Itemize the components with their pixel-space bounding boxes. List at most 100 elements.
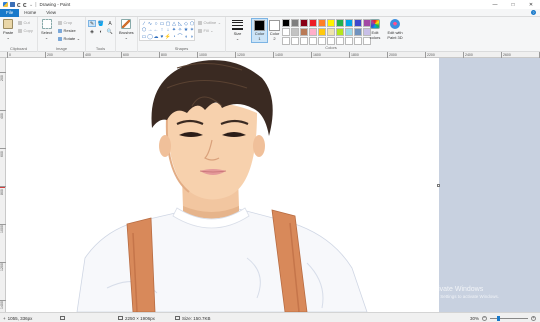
size-button[interactable]: Size ⌄	[232, 19, 243, 41]
ribbon: Paste ⌄ Cut Copy Clipboard Select ⌄ Crop…	[0, 17, 540, 52]
pencil-icon[interactable]: ✎	[88, 20, 96, 27]
outline-dropdown-icon: ⌄	[217, 20, 222, 25]
paste-button[interactable]: Paste ⌄	[3, 19, 13, 40]
zoom-in-button[interactable]: +	[531, 315, 536, 321]
ruler-tick-text: 200	[0, 75, 4, 81]
shapes-gallery: ∕ ∿ ○ ▭ ▢ △ ◺ ◇ ⬠ ⬡ → ← ↑ ↓ ✦ ✧ ★ ✶ ▭ ◯ …	[139, 19, 195, 41]
image-group-label: Image	[55, 46, 68, 51]
help-icon[interactable]: ?	[531, 10, 536, 15]
resize-button[interactable]: Resize	[58, 28, 76, 33]
palette-swatch[interactable]	[291, 28, 299, 36]
selection-size	[60, 313, 67, 322]
redo-icon[interactable]	[23, 2, 27, 7]
color2-button[interactable]: Color 2	[267, 19, 282, 42]
ruler-tick-label: 200	[0, 72, 6, 81]
palette-swatch[interactable]	[336, 37, 344, 45]
ruler-tick-text: 1000	[0, 225, 4, 233]
palette-swatch[interactable]	[318, 28, 326, 36]
palette-swatch[interactable]	[300, 28, 308, 36]
ruler-tick-label: 400	[0, 110, 6, 119]
window-controls: — □ ✕	[486, 0, 540, 9]
tools-group: ✎ 🪣 A ◈ ◐ 🔍 Tools	[86, 17, 116, 52]
maximize-button[interactable]: □	[504, 0, 522, 9]
palette-swatch[interactable]	[327, 28, 335, 36]
cut-button[interactable]: Cut	[18, 20, 30, 25]
undo-icon[interactable]	[17, 2, 21, 7]
tab-view[interactable]: View	[41, 9, 61, 17]
save-icon[interactable]	[10, 2, 15, 7]
crop-button[interactable]: Crop	[58, 20, 72, 25]
palette-swatch[interactable]	[354, 19, 362, 27]
outline-icon	[198, 20, 202, 25]
rotate-dropdown-icon: ⌄	[76, 36, 81, 41]
palette-swatch[interactable]	[282, 37, 290, 45]
right-bracket-shape-icon[interactable]: ◗	[189, 34, 195, 41]
selection-icon	[60, 316, 65, 320]
minimize-button[interactable]: —	[486, 0, 504, 9]
workspace[interactable]: Activate Windows Go to Settings to activ…	[7, 58, 540, 312]
drawing-canvas[interactable]	[7, 58, 439, 312]
disk-icon	[175, 316, 180, 320]
fill-bucket-icon[interactable]: 🪣	[97, 20, 105, 27]
ruler-tick-text: 1200	[0, 263, 4, 271]
select-button[interactable]: Select ⌄	[41, 19, 52, 40]
eraser-icon[interactable]: ◈	[88, 28, 96, 35]
ruler-tick-text: 1400	[0, 301, 4, 309]
palette-swatch[interactable]	[327, 37, 335, 45]
image-group: Select ⌄ Crop Resize Rotate ⌄ Image	[38, 17, 86, 52]
customize-quick-access-icon[interactable]: ⌄	[29, 2, 33, 8]
resize-label: Resize	[63, 28, 76, 33]
zoom-value: 30%	[469, 315, 479, 321]
edit-colors-button[interactable]: Edit colors	[368, 19, 382, 40]
color1-button[interactable]: Color 1	[251, 18, 268, 43]
palette-swatch[interactable]	[345, 19, 353, 27]
palette-swatch[interactable]	[327, 19, 335, 27]
palette-swatch[interactable]	[291, 37, 299, 45]
edit-with-paint3d-button[interactable]: Edit with Paint 3D	[386, 19, 404, 40]
palette-swatch[interactable]	[282, 28, 290, 36]
palette-swatch[interactable]	[291, 19, 299, 27]
palette-swatch[interactable]	[309, 28, 317, 36]
magnifier-icon[interactable]: 🔍	[106, 28, 114, 35]
palette-swatch[interactable]	[336, 19, 344, 27]
color-picker-icon[interactable]: ◐	[97, 28, 105, 35]
palette-swatch[interactable]	[300, 37, 308, 45]
rotate-button[interactable]: Rotate ⌄	[58, 36, 80, 41]
fill-label: Fill	[203, 28, 209, 33]
palette-swatch[interactable]	[282, 19, 290, 27]
zoom-slider[interactable]	[490, 315, 528, 321]
resize-icon	[58, 28, 62, 33]
ruler-tick-label: 1000	[0, 224, 6, 233]
palette-swatch[interactable]	[300, 19, 308, 27]
zoom-out-button[interactable]: −	[482, 315, 487, 321]
palette-swatch[interactable]	[309, 37, 317, 45]
color1-swatch	[254, 20, 265, 31]
fill-button[interactable]: Fill ⌄	[198, 28, 213, 33]
copy-button[interactable]: Copy	[18, 28, 33, 33]
menu-tabs: File Home View ?	[0, 8, 540, 17]
close-button[interactable]: ✕	[522, 0, 540, 9]
palette-swatch[interactable]	[318, 37, 326, 45]
paint-app-icon	[3, 2, 8, 7]
palette-swatch[interactable]	[318, 19, 326, 27]
ruler-tick-text: 600	[0, 151, 4, 157]
canvas-resize-handle-right[interactable]	[437, 184, 440, 187]
text-tool-icon[interactable]: A	[106, 20, 114, 27]
palette-swatch[interactable]	[345, 28, 353, 36]
tab-home[interactable]: Home	[19, 9, 41, 17]
color2-swatch	[269, 20, 280, 31]
zoom-slider-thumb[interactable]	[497, 315, 501, 321]
palette-swatch[interactable]	[336, 28, 344, 36]
brushes-button[interactable]: Brushes ⌄	[119, 19, 134, 40]
outline-button[interactable]: Outline ⌄	[198, 20, 221, 25]
tab-file[interactable]: File	[0, 8, 20, 17]
size-dropdown-icon: ⌄	[235, 36, 240, 41]
vertical-ruler: 200 400 600 800 1000 1200 1400	[0, 58, 6, 312]
color-wheel-icon	[370, 19, 380, 29]
palette-swatch[interactable]	[309, 19, 317, 27]
rotate-icon	[58, 36, 62, 41]
palette-swatch[interactable]	[345, 37, 353, 45]
title-separator: |	[35, 1, 37, 8]
palette-swatch[interactable]	[354, 37, 362, 45]
palette-swatch[interactable]	[354, 28, 362, 36]
